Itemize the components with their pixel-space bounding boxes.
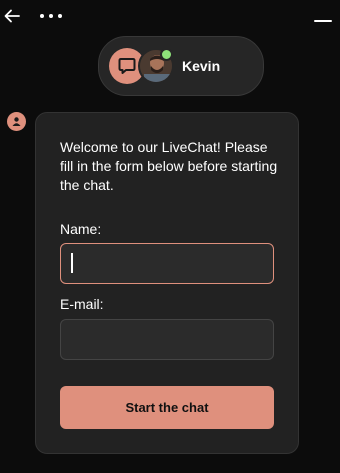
minimize-icon[interactable] — [313, 12, 333, 24]
email-input[interactable] — [60, 319, 274, 360]
agent-name: Kevin — [182, 58, 221, 74]
start-chat-button[interactable]: Start the chat — [60, 386, 274, 429]
online-status-dot — [160, 48, 173, 61]
agent-header-pill: Kevin — [98, 36, 264, 96]
top-bar — [0, 0, 340, 36]
user-icon — [12, 117, 21, 126]
welcome-message: Welcome to our LiveChat! Please fill in … — [60, 139, 278, 193]
text-caret — [71, 253, 73, 273]
bot-avatar — [7, 112, 26, 131]
email-label: E-mail: — [60, 296, 104, 312]
chat-bubble-icon — [118, 58, 136, 74]
prechat-form-card: Welcome to our LiveChat! Please fill in … — [35, 112, 299, 454]
name-input[interactable] — [60, 243, 274, 284]
more-horizontal-icon[interactable] — [39, 12, 63, 20]
name-label: Name: — [60, 221, 102, 237]
arrow-left-icon[interactable] — [3, 7, 21, 25]
